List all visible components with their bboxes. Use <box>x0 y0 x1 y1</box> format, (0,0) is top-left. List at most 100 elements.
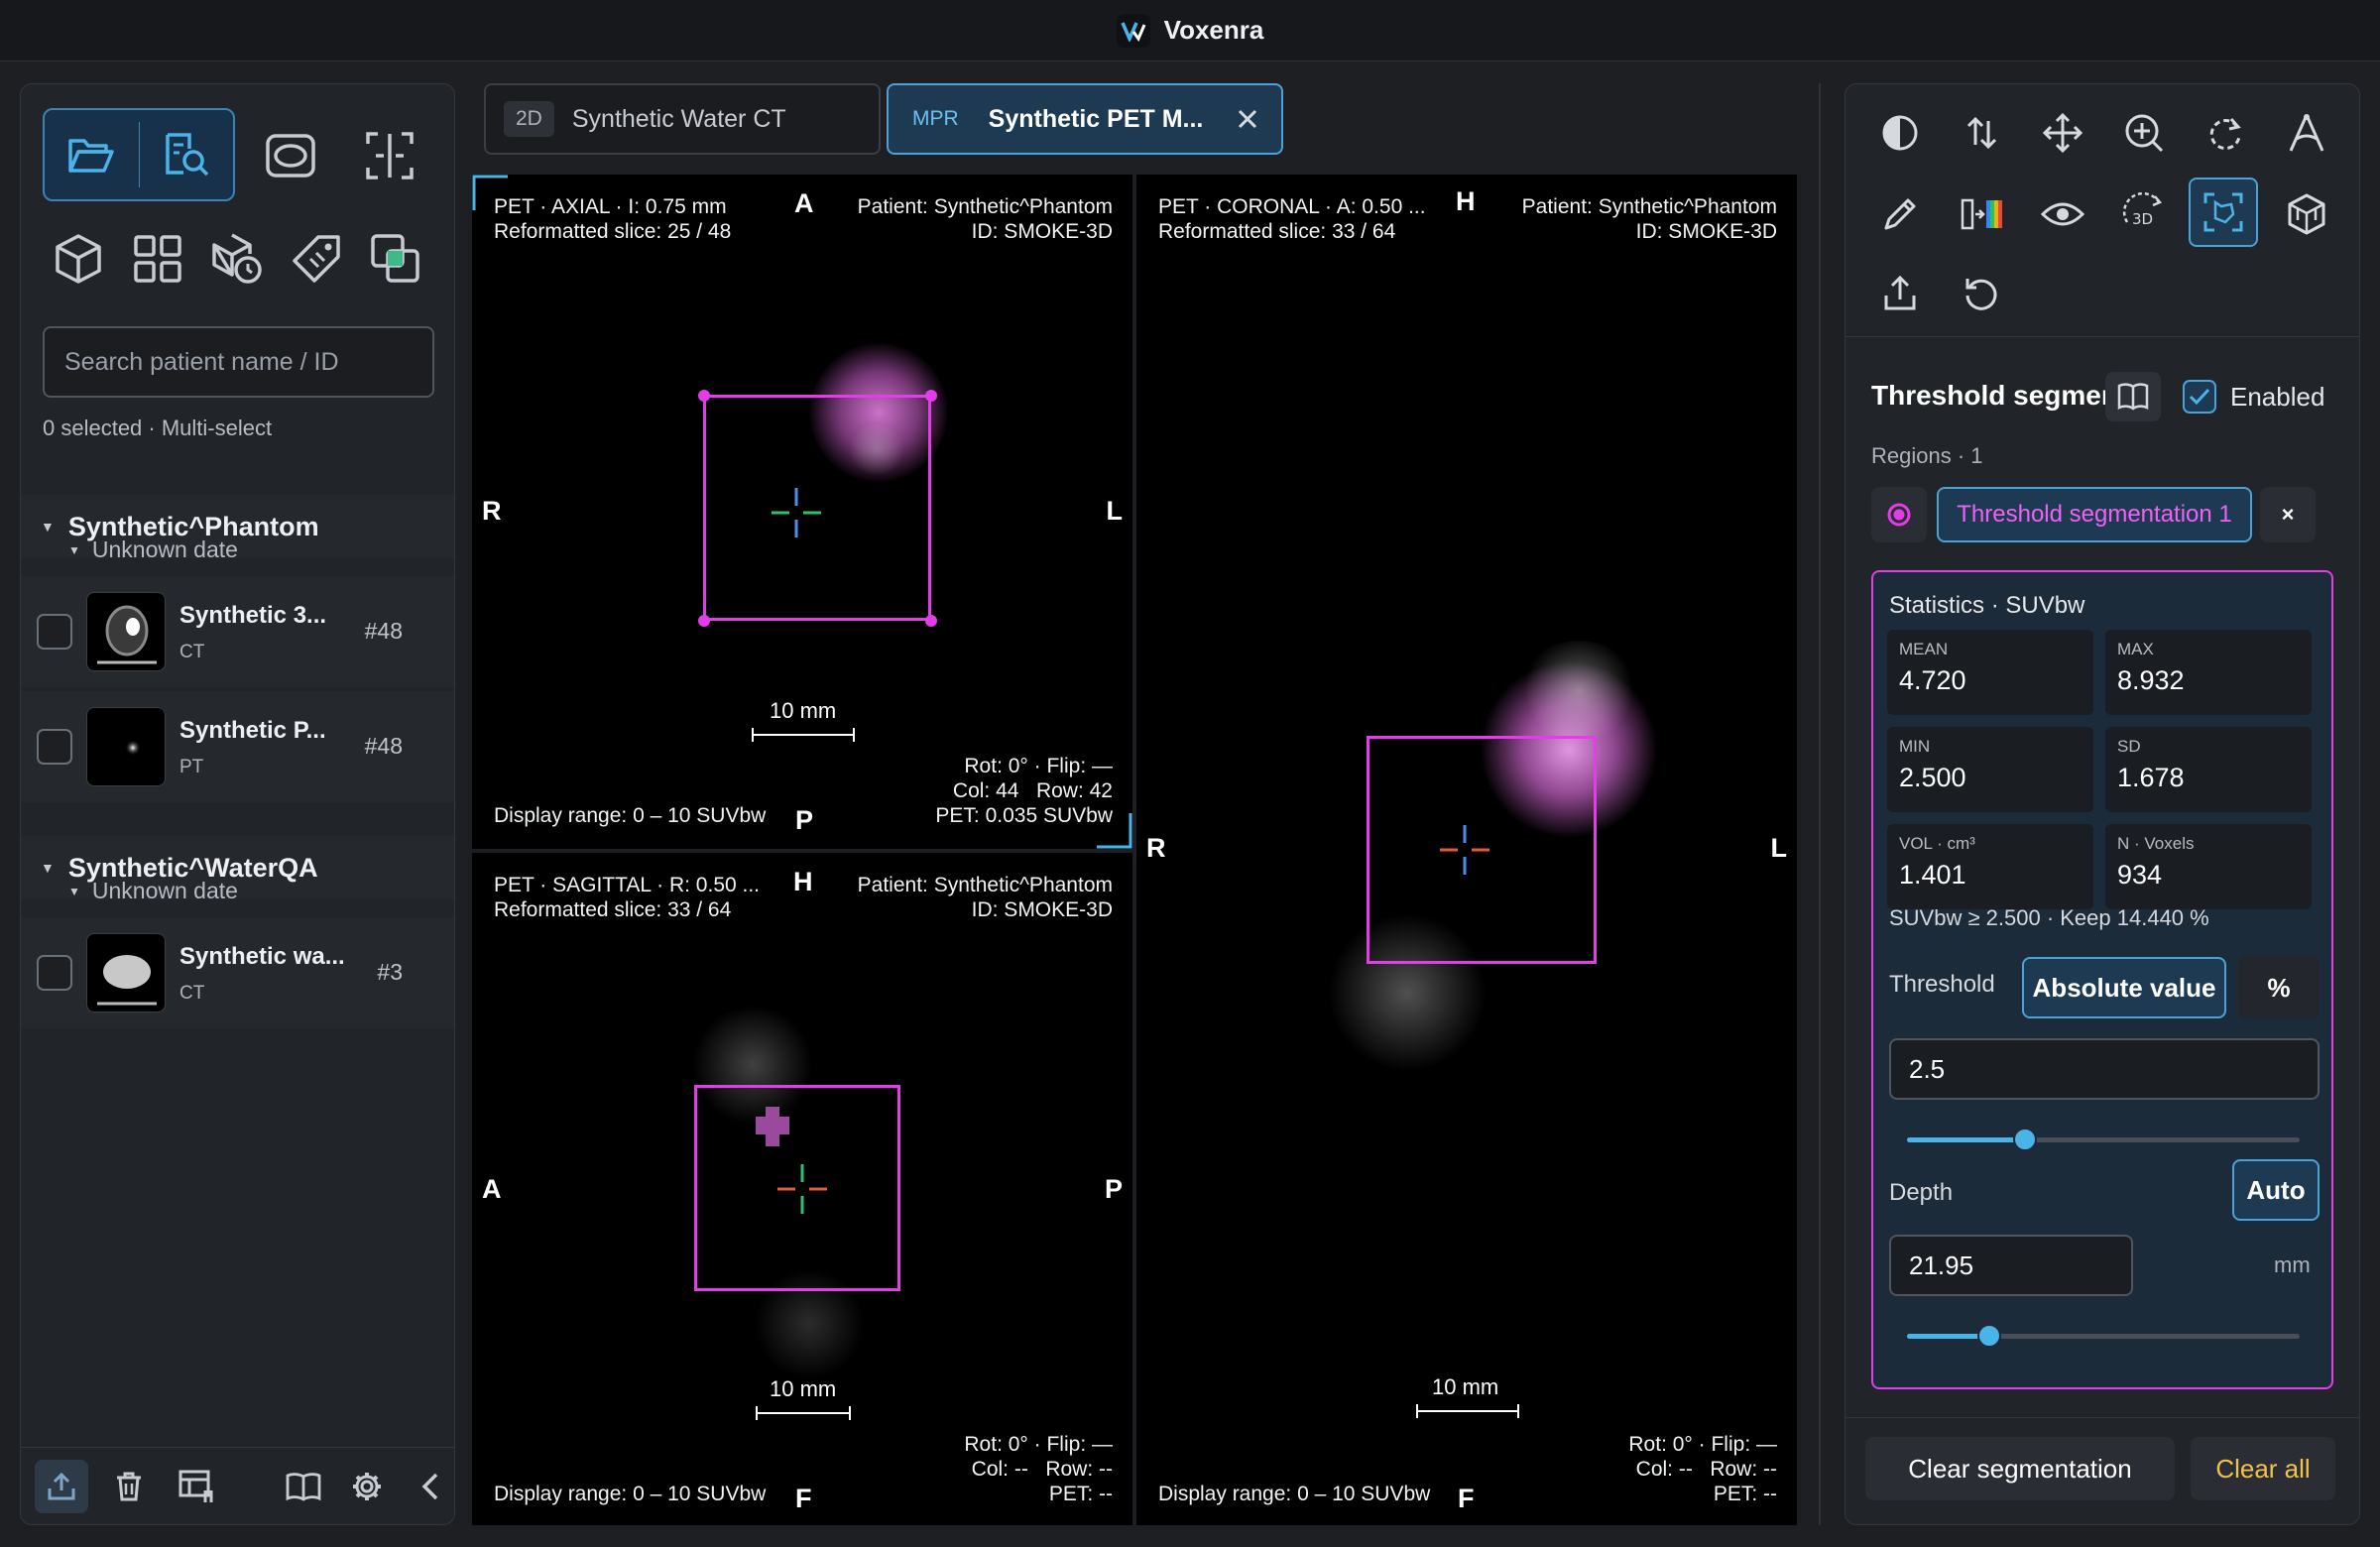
window-level-tool[interactable] <box>1865 98 1935 168</box>
stat-min: MIN 2.500 <box>1887 727 2093 812</box>
clear-segmentation-button[interactable]: Clear segmentation <box>1865 1437 2175 1500</box>
close-icon <box>1238 109 1257 129</box>
crosshair-icon[interactable] <box>1440 825 1489 875</box>
slider-knob[interactable] <box>1977 1324 2002 1348</box>
depth-auto-button[interactable]: Auto <box>2232 1159 2320 1221</box>
viewport-header-left: PET · CORONAL · A: 0.50 ... Reformatted … <box>1158 195 1426 243</box>
segmentation-help-button[interactable] <box>2105 372 2161 421</box>
stat-value: 2.500 <box>1899 763 1966 792</box>
patient-search-input[interactable]: Search patient name / ID <box>43 326 434 398</box>
tag-icon <box>293 235 340 283</box>
cube-clock-icon <box>212 233 262 284</box>
chevron-left-icon <box>421 1473 438 1500</box>
tab-2d-water-ct[interactable]: 2D Synthetic Water CT <box>484 83 881 155</box>
tools-panel: 3D Threshold segmentation Enabled Region… <box>1844 83 2360 1525</box>
series-checkbox[interactable] <box>37 955 72 991</box>
series-thumbnail <box>86 707 166 786</box>
series-checkbox[interactable] <box>37 729 72 765</box>
tab-badge: MPR <box>912 107 959 130</box>
stat-value: 4.720 <box>1899 665 1966 695</box>
eye-icon <box>2040 202 2085 226</box>
trash-icon <box>117 1472 141 1501</box>
ellipse-roi-button[interactable] <box>259 124 322 187</box>
app-title: Voxenra <box>1163 15 1264 45</box>
collapse-panel-button[interactable] <box>404 1460 457 1513</box>
pan-tool[interactable] <box>2028 98 2097 168</box>
series-checkbox[interactable] <box>37 614 72 650</box>
close-tab-button[interactable] <box>1232 103 1263 135</box>
region-visibility-toggle[interactable] <box>1871 487 1927 542</box>
grid-layout-button[interactable] <box>126 227 189 291</box>
roi-handle[interactable] <box>698 390 710 402</box>
angle-tool[interactable] <box>2272 98 2341 168</box>
threshold-slider[interactable] <box>1907 1128 2300 1151</box>
scroll-tool[interactable] <box>1947 98 2016 168</box>
tag-button[interactable] <box>285 227 348 291</box>
title-bar: Voxenra <box>0 0 2380 61</box>
orientation-right: L <box>1106 496 1124 526</box>
volume-history-button[interactable] <box>205 227 269 291</box>
slider-knob[interactable] <box>2012 1128 2037 1151</box>
series-name: Synthetic wa... <box>179 943 345 970</box>
reset-tool[interactable] <box>1947 259 2016 328</box>
roi-select-tool[interactable] <box>2189 178 2258 247</box>
zoom-tool[interactable] <box>2109 98 2179 168</box>
crosshair-icon[interactable] <box>777 1164 827 1214</box>
region-name-chip[interactable]: Threshold segmentation 1 <box>1937 487 2252 542</box>
sagittal-viewport[interactable]: PET · SAGITTAL · R: 0.50 ... Reformatted… <box>472 853 1132 1525</box>
panel-divider[interactable] <box>1819 83 1821 1525</box>
volume-render-tool[interactable] <box>2272 179 2341 249</box>
study-date-row[interactable]: ▼ Unknown date <box>68 878 238 904</box>
annotate-tool[interactable] <box>1865 179 1935 249</box>
cube-icon <box>2288 193 2325 235</box>
roi-select-icon <box>2203 192 2243 232</box>
3d-rotate-tool[interactable]: 3D <box>2109 179 2179 249</box>
study-date-row[interactable]: ▼ Unknown date <box>68 536 238 563</box>
manage-series-button[interactable] <box>170 1460 223 1513</box>
tab-title: Synthetic PET M... <box>988 104 1204 133</box>
open-folder-button[interactable] <box>45 110 139 199</box>
app-logo-icon <box>1116 13 1150 48</box>
delete-button[interactable] <box>102 1460 156 1513</box>
export-tool[interactable] <box>1865 259 1935 328</box>
rotate-tool[interactable] <box>2191 98 2260 168</box>
threshold-mode-absolute-button[interactable]: Absolute value <box>2022 957 2226 1018</box>
orientation-top: H <box>1456 186 1476 216</box>
depth-slider[interactable] <box>1907 1324 2300 1348</box>
volume-view-button[interactable] <box>47 227 110 291</box>
coronal-viewport[interactable]: PET · CORONAL · A: 0.50 ... Reformatted … <box>1136 175 1797 1525</box>
clear-all-button[interactable]: Clear all <box>2191 1437 2335 1500</box>
enabled-checkbox[interactable] <box>2183 380 2216 414</box>
depth-value-input[interactable]: 21.95 <box>1889 1235 2133 1296</box>
study-search-button[interactable] <box>140 110 234 199</box>
orientation-right: L <box>1770 833 1788 863</box>
orientation-top: H <box>793 867 813 896</box>
scale-bar <box>1416 1404 1519 1418</box>
stat-value: 1.678 <box>2117 763 2185 792</box>
statistics-card: Statistics · SUVbw MEAN 4.720 MAX 8.932 … <box>1871 570 2333 1389</box>
display-range-label: Display range: 0 – 10 SUVbw <box>494 1483 767 1505</box>
fusion-button[interactable] <box>364 227 427 291</box>
viewport-header-right: Patient: Synthetic^Phantom ID: SMOKE-3D <box>857 195 1113 243</box>
series-row[interactable]: Synthetic wa... CT #3 <box>21 917 454 1028</box>
threshold-value-input[interactable]: 2.5 <box>1889 1038 2320 1100</box>
roi-handle[interactable] <box>925 615 937 627</box>
axial-viewport[interactable]: PET · AXIAL · I: 0.75 mm Reformatted sli… <box>472 175 1132 849</box>
roi-handle[interactable] <box>698 615 710 627</box>
layout-split-button[interactable] <box>358 124 421 187</box>
colormap-tool[interactable] <box>1947 179 2016 249</box>
series-row[interactable]: Synthetic P... PT #48 <box>21 691 454 802</box>
stat-label: SD <box>2117 737 2141 756</box>
series-row[interactable]: Synthetic 3... CT #48 <box>21 576 454 687</box>
region-delete-button[interactable]: × <box>2260 487 2316 542</box>
crosshair-icon[interactable] <box>772 488 821 537</box>
settings-button[interactable] <box>340 1460 394 1513</box>
tab-mpr-pet[interactable]: MPR Synthetic PET M... <box>887 83 1283 155</box>
export-button[interactable] <box>35 1460 88 1513</box>
viewport-header-left: PET · AXIAL · I: 0.75 mm Reformatted sli… <box>494 195 732 243</box>
threshold-summary: SUVbw ≥ 2.500 · Keep 14.440 % <box>1889 905 2209 930</box>
guide-button[interactable] <box>277 1460 330 1513</box>
roi-handle[interactable] <box>925 390 937 402</box>
threshold-mode-percent-button[interactable]: % <box>2238 957 2320 1018</box>
visibility-tool[interactable] <box>2028 179 2097 249</box>
